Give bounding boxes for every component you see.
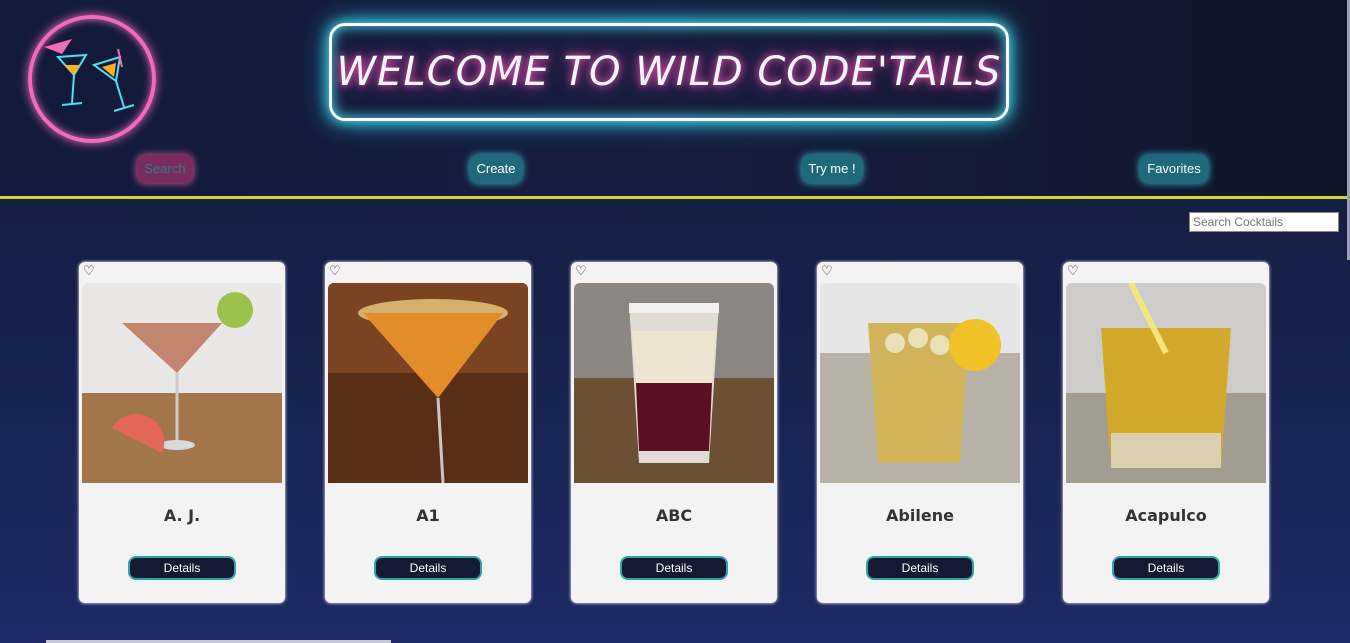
nav-search-button[interactable]: Search (137, 155, 193, 183)
cocktail-name: Acapulco (1125, 506, 1207, 525)
search-input[interactable] (1189, 212, 1339, 232)
details-button[interactable]: Details (866, 556, 974, 580)
header: WELCOME TO WILD CODE'TAILS Search Create… (0, 0, 1350, 197)
heart-outline-icon[interactable]: ♡ (1067, 265, 1079, 279)
heart-outline-icon[interactable]: ♡ (83, 265, 95, 279)
cocktail-name: ABC (655, 506, 693, 525)
cocktail-photo (574, 283, 774, 483)
cocktail-card: ♡ ABC Details (571, 262, 777, 603)
heart-outline-icon[interactable]: ♡ (821, 265, 833, 279)
nav-try-me-button[interactable]: Try me ! (802, 155, 862, 183)
cocktail-card: ♡ A1 Details (325, 262, 531, 603)
title-banner: WELCOME TO WILD CODE'TAILS (329, 23, 1009, 121)
cocktail-name: A. J. (163, 506, 201, 525)
nav-favorites-button[interactable]: Favorites (1140, 155, 1208, 183)
heart-outline-icon[interactable]: ♡ (329, 265, 341, 279)
cocktail-photo (82, 283, 282, 483)
details-button[interactable]: Details (374, 556, 482, 580)
cocktail-photo (820, 283, 1020, 483)
cocktail-name: Abilene (886, 506, 954, 525)
heart-outline-icon[interactable]: ♡ (575, 265, 587, 279)
cocktail-card: ♡ A. J. Details (79, 262, 285, 603)
cocktail-photo (1066, 283, 1266, 483)
cocktail-name: A1 (416, 506, 440, 525)
nav-create-button[interactable]: Create (470, 155, 522, 183)
cocktail-photo (328, 283, 528, 483)
header-divider (0, 196, 1350, 199)
page-title: WELCOME TO WILD CODE'TAILS (336, 49, 1002, 95)
cocktail-card: ♡ Acapulco Details (1063, 262, 1269, 603)
cocktail-glasses-icon (44, 39, 135, 112)
cocktail-logo[interactable] (28, 15, 156, 143)
details-button[interactable]: Details (620, 556, 728, 580)
details-button[interactable]: Details (128, 556, 236, 580)
details-button[interactable]: Details (1112, 556, 1220, 580)
cocktail-card: ♡ Abilene Details (817, 262, 1023, 603)
